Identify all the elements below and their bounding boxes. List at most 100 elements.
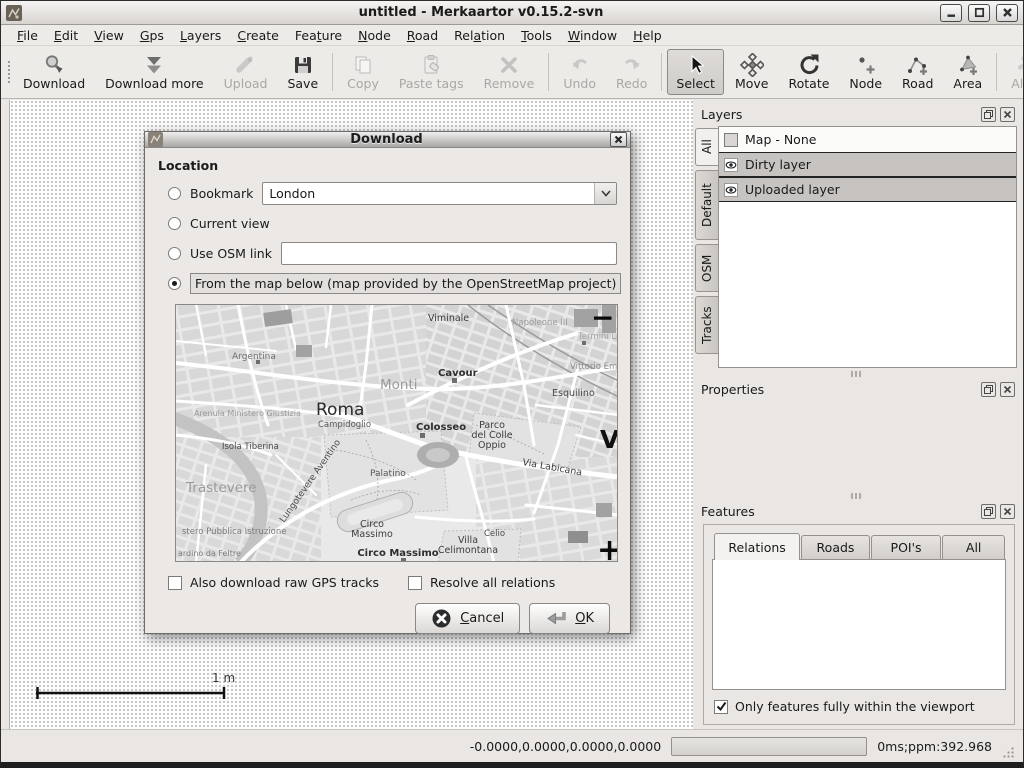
tool-road-button[interactable]: Road <box>893 49 942 95</box>
menu-item-relation[interactable]: Relation <box>446 26 513 45</box>
tool-paste-tags-button[interactable]: Paste tags <box>390 49 473 95</box>
splitter-handle[interactable] <box>695 490 1017 501</box>
resize-grip[interactable] <box>1002 746 1015 759</box>
menu-item-node[interactable]: Node <box>350 26 399 45</box>
dialog-icon <box>148 132 163 147</box>
menu-item-help[interactable]: Help <box>625 26 670 45</box>
splitter-handle[interactable] <box>695 368 1017 379</box>
viewport-filter-checkbox[interactable] <box>714 700 728 714</box>
tool-upload-button[interactable]: Upload <box>215 49 277 95</box>
layer-checkbox[interactable] <box>724 133 738 147</box>
properties-panel-body <box>695 398 1017 490</box>
paste-tags-icon <box>419 52 443 77</box>
features-tab-roads[interactable]: Roads <box>801 535 870 559</box>
menu-item-window[interactable]: Window <box>560 26 625 45</box>
dialog-map[interactable]: ArgentinaViminaleNapoleone IIITermini La… <box>175 304 618 562</box>
map-label: Celio <box>484 529 505 539</box>
map-zoom-in-button[interactable]: + <box>597 533 618 562</box>
menu-item-view[interactable]: View <box>86 26 132 45</box>
visibility-eye-icon[interactable] <box>724 158 738 172</box>
tool-download-button[interactable]: Download <box>14 49 94 95</box>
maximize-button[interactable] <box>968 4 990 22</box>
cancel-button[interactable]: Cancel <box>415 603 520 634</box>
layer-label: Dirty layer <box>745 157 811 172</box>
zoom-readout: 0ms;ppm:392.968 <box>877 739 992 754</box>
menu-item-layers[interactable]: Layers <box>172 26 229 45</box>
option-label: Current view <box>190 216 270 231</box>
titlebar[interactable]: untitled - Merkaartor v0.15.2-svn <box>1 1 1023 25</box>
map-zoom-out-button[interactable]: − <box>591 305 614 334</box>
features-tab-pois[interactable]: POI's <box>871 535 942 559</box>
tool-copy-button[interactable]: Copy <box>338 49 388 95</box>
map-label: Monti <box>380 377 418 393</box>
layers-tab-osm[interactable]: OSM <box>695 244 718 292</box>
properties-close-button[interactable] <box>1000 382 1015 397</box>
label-part: R <box>407 28 415 43</box>
osm-map-preview[interactable]: ArgentinaViminaleNapoleone IIITermini La… <box>176 305 618 562</box>
download-dialog: Download Location BookmarkLondonCurrent … <box>144 131 631 634</box>
tool-label: Redo <box>616 77 647 91</box>
checkbox-resolve-relations[interactable] <box>408 576 422 590</box>
scale-bar: 1 m <box>36 671 246 705</box>
ok-button[interactable]: OK <box>529 603 610 634</box>
layer-row[interactable]: Map - None <box>719 127 1016 152</box>
label-part: L <box>180 28 187 43</box>
tool-remove-button[interactable]: Remove <box>475 49 544 95</box>
window-title: untitled - Merkaartor v0.15.2-svn <box>26 5 936 20</box>
layers-close-button[interactable] <box>1000 107 1015 122</box>
menu-item-gps[interactable]: Gps <box>132 26 172 45</box>
menu-item-feature[interactable]: Feature <box>287 26 350 45</box>
layer-row[interactable]: Uploaded layer <box>719 177 1016 202</box>
menu-item-tools[interactable]: Tools <box>513 26 560 45</box>
properties-float-button[interactable] <box>981 382 996 397</box>
label-part: oad <box>415 28 438 43</box>
save-icon <box>291 52 315 77</box>
radio-current[interactable] <box>168 217 181 230</box>
menu-item-file[interactable]: File <box>9 26 46 45</box>
minimize-button[interactable] <box>940 4 962 22</box>
chevron-down-icon[interactable] <box>594 183 616 204</box>
option-label: Use OSM link <box>190 246 272 261</box>
dialog-close-button[interactable] <box>610 132 627 147</box>
tool-align-button[interactable]: Align <box>1002 49 1024 95</box>
tool-download-more-button[interactable]: Download more <box>96 49 213 95</box>
radio-use[interactable] <box>168 247 181 260</box>
menu-item-edit[interactable]: Edit <box>46 26 86 45</box>
tool-undo-button[interactable]: Undo <box>554 49 605 95</box>
radio-from[interactable] <box>168 277 181 290</box>
toolbar: DownloadDownload moreUploadSaveCopyPaste… <box>1 46 1023 99</box>
features-float-button[interactable] <box>981 504 996 519</box>
tool-node-button[interactable]: Node <box>840 49 891 95</box>
tool-rotate-button[interactable]: Rotate <box>779 49 838 95</box>
menu-item-create[interactable]: Create <box>229 26 287 45</box>
features-tab-all[interactable]: All <box>942 535 1005 559</box>
radio-bookmark[interactable] <box>168 187 181 200</box>
layers-tab-tracks[interactable]: Tracks <box>695 296 718 354</box>
layers-float-button[interactable] <box>981 107 996 122</box>
redo-icon <box>620 52 644 77</box>
layers-tab-default[interactable]: Default <box>695 170 718 240</box>
layer-row[interactable]: Dirty layer <box>719 152 1016 177</box>
features-close-button[interactable] <box>1000 504 1015 519</box>
features-list[interactable] <box>712 559 1006 690</box>
tool-redo-button[interactable]: Redo <box>607 49 656 95</box>
toolbar-separator <box>996 53 997 91</box>
toolbar-drag-handle[interactable] <box>8 61 10 83</box>
visibility-eye-icon[interactable] <box>724 183 738 197</box>
tool-area-button[interactable]: Area <box>944 49 991 95</box>
option-label: From the map below (map provided by the … <box>190 273 621 294</box>
map-label: Viminale <box>428 313 469 324</box>
checkbox-gps-tracks[interactable] <box>168 576 182 590</box>
tool-select-button[interactable]: Select <box>667 49 724 95</box>
tool-save-button[interactable]: Save <box>278 49 327 95</box>
features-tab-relations[interactable]: Relations <box>714 533 800 560</box>
close-button[interactable] <box>996 4 1018 22</box>
osm-link-input[interactable] <box>281 242 617 265</box>
tool-move-button[interactable]: Move <box>726 49 778 95</box>
bookmark-combobox[interactable]: London <box>262 182 617 205</box>
menu-item-road[interactable]: Road <box>399 26 446 45</box>
label-part: dit <box>62 28 78 43</box>
layers-tab-all[interactable]: All <box>695 128 718 166</box>
dialog-titlebar[interactable]: Download <box>145 132 630 148</box>
label-part: indow <box>580 28 617 43</box>
